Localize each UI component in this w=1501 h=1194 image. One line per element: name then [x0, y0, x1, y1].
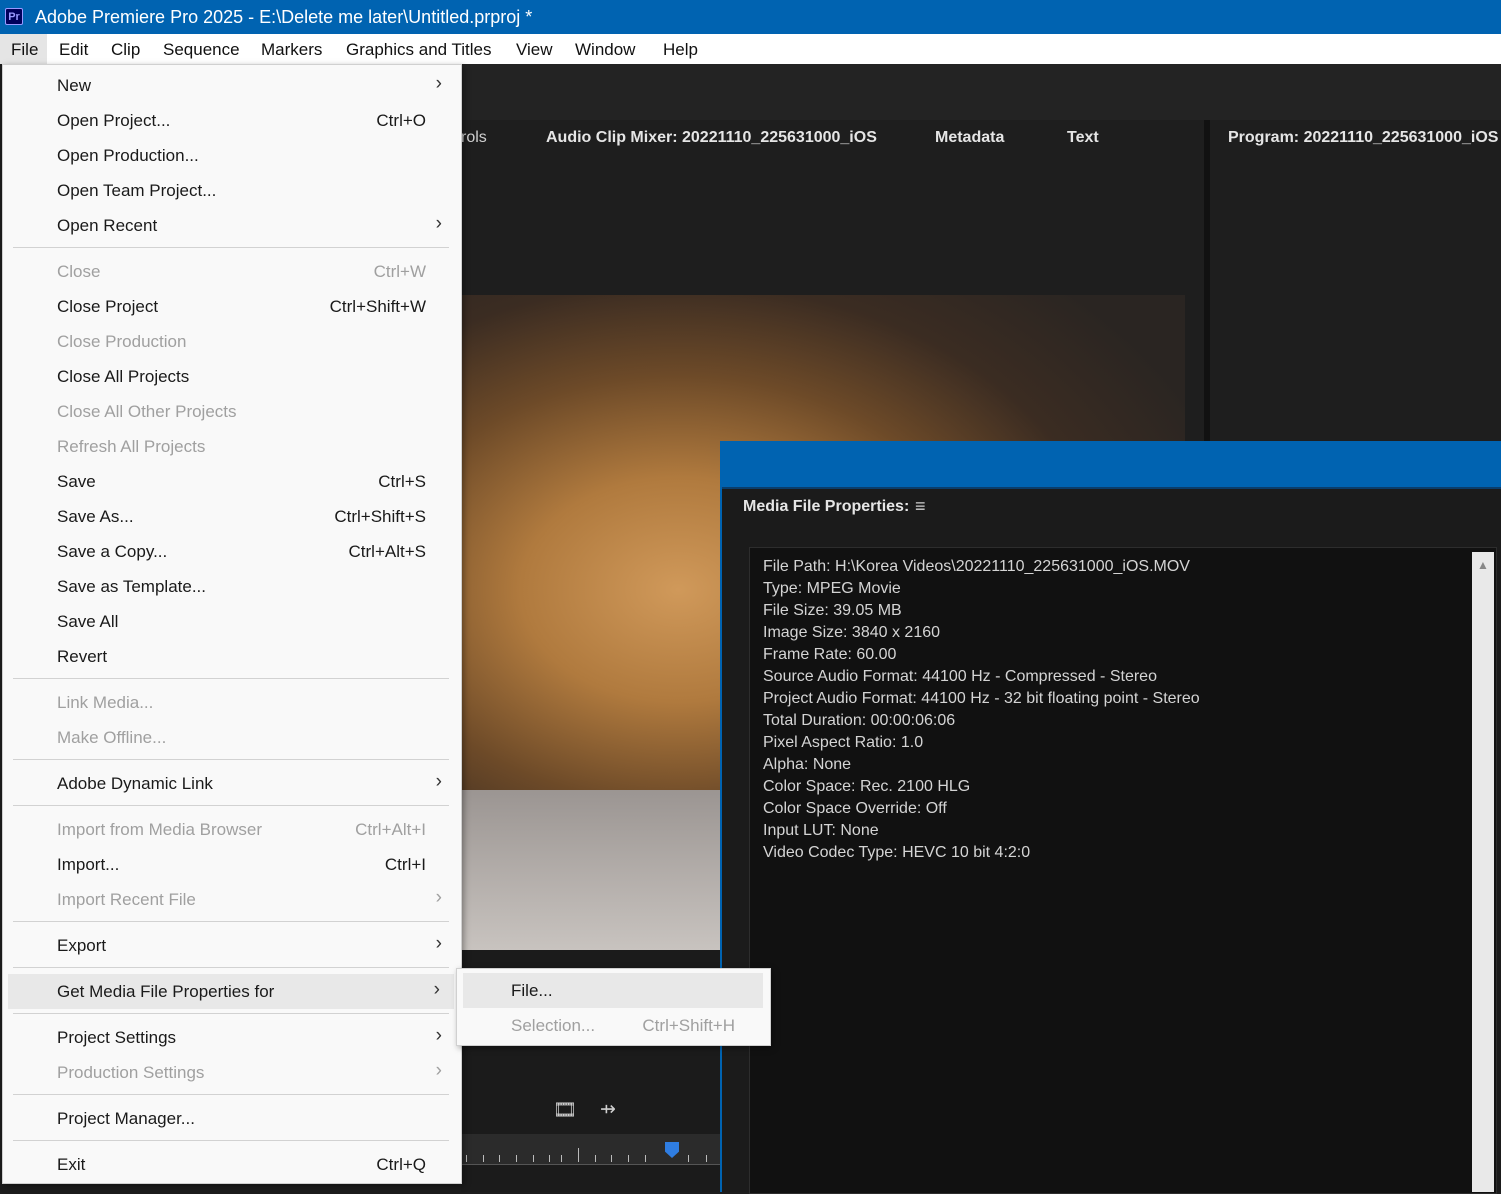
file-menu-dropdown: New › Open Project... Ctrl+O Open Producti… — [2, 64, 462, 1184]
mfp-line: Color Space: Rec. 2100 HLG — [763, 778, 971, 795]
menu-item-link-media: Link Media... — [57, 693, 154, 712]
window-title: Adobe Premiere Pro 2025 - E:\Delete me l… — [35, 7, 533, 27]
menu-item-adobe-dynamic-link[interactable]: Adobe Dynamic Link › — [3, 766, 461, 801]
chevron-right-icon: › — [435, 771, 442, 792]
title-bar: Pr Adobe Premiere Pro 2025 - E:\Delete m… — [0, 0, 1501, 34]
mfp-panel-title: Media File Properties: — [743, 498, 910, 515]
tab-metadata[interactable]: Metadata — [935, 129, 1004, 147]
tab-text[interactable]: Text — [1067, 129, 1099, 147]
mfp-line: Input LUT: None — [763, 822, 879, 839]
media-properties-submenu: File... Selection... Ctrl+Shift+H — [456, 968, 771, 1046]
mfp-line: Alpha: None — [763, 756, 852, 773]
menu-separator — [13, 921, 449, 922]
menu-item-open-recent[interactable]: Open Recent › — [3, 208, 461, 243]
menu-item-save[interactable]: Save Ctrl+S — [3, 464, 461, 499]
menu-item-project-manager[interactable]: Project Manager... — [3, 1101, 461, 1136]
menu-item-save-as[interactable]: Save As... Ctrl+Shift+S — [3, 499, 461, 534]
menu-item-export[interactable]: Export › — [3, 928, 461, 963]
mfp-info-box: File Path: H:\Korea Videos\20221110_2256… — [749, 547, 1497, 1194]
menu-item-get-media-file-properties[interactable]: Get Media File Properties for › — [8, 974, 454, 1009]
menu-view[interactable]: View — [516, 40, 553, 60]
chevron-right-icon: › — [435, 933, 442, 954]
chevron-right-icon: › — [435, 1060, 442, 1081]
menu-item-import-from-media-browser: Import from Media Browser Ctrl+Alt+I — [57, 820, 426, 839]
menu-separator — [13, 1140, 449, 1141]
menu-item-production-settings: Production Settings › — [57, 1060, 442, 1082]
menu-item-new[interactable]: New › — [3, 68, 461, 103]
menu-separator — [13, 1094, 449, 1095]
menu-separator — [13, 759, 449, 760]
scroll-up-arrow-icon[interactable]: ▲ — [1477, 558, 1489, 572]
mfp-line: File Size: 39.05 MB — [763, 602, 902, 619]
mfp-line: Total Duration: 00:00:06:06 — [763, 712, 956, 729]
menu-item-close-all-other-projects: Close All Other Projects — [57, 402, 237, 421]
menu-item-save-all[interactable]: Save All — [3, 604, 461, 639]
menu-edit[interactable]: Edit — [59, 40, 88, 60]
menu-item-project-settings[interactable]: Project Settings › — [3, 1020, 461, 1055]
mfp-line: Video Codec Type: HEVC 10 bit 4:2:0 — [763, 844, 1031, 861]
menu-item-revert[interactable]: Revert — [3, 639, 461, 674]
menu-item-close: Close Ctrl+W — [57, 262, 426, 281]
mfp-title-bar[interactable] — [722, 441, 1501, 487]
drag-video-only-icon[interactable]: 🎞 — [553, 1098, 577, 1122]
submenu-item-selection: Selection... Ctrl+Shift+H — [511, 1016, 735, 1035]
submenu-item-file[interactable]: File... — [463, 973, 763, 1008]
menu-separator — [13, 247, 449, 248]
tab-program-monitor[interactable]: Program: 20221110_225631000_iOS — [1228, 129, 1498, 147]
menu-separator — [13, 678, 449, 679]
mfp-line: Color Space Override: Off — [763, 800, 947, 817]
menu-item-close-project[interactable]: Close Project Ctrl+Shift+W — [3, 289, 461, 324]
menu-clip[interactable]: Clip — [111, 40, 140, 60]
menu-separator — [13, 967, 449, 968]
workspace-strip — [461, 64, 1501, 120]
menu-item-open-production[interactable]: Open Production... — [3, 138, 461, 173]
menu-item-save-as-template[interactable]: Save as Template... — [3, 569, 461, 604]
menu-sequence[interactable]: Sequence — [163, 40, 240, 60]
menu-bar: File Edit Clip Sequence Markers Graphics… — [0, 34, 1501, 64]
tab-effect-controls[interactable]: rols — [461, 129, 487, 147]
chevron-right-icon: › — [435, 1025, 442, 1046]
menu-item-close-production: Close Production — [57, 332, 187, 351]
menu-item-close-all-projects[interactable]: Close All Projects — [3, 359, 461, 394]
menu-markers[interactable]: Markers — [261, 40, 322, 60]
menu-file[interactable]: File — [0, 34, 47, 64]
source-timeline-ruler[interactable] — [461, 1134, 721, 1165]
menu-item-import[interactable]: Import... Ctrl+I — [3, 847, 461, 882]
chevron-right-icon: › — [433, 979, 440, 1000]
mfp-line: Pixel Aspect Ratio: 1.0 — [763, 734, 924, 751]
program-panel — [1210, 120, 1501, 442]
chevron-right-icon: › — [435, 213, 442, 234]
mfp-line: File Path: H:\Korea Videos\20221110_2256… — [763, 558, 1190, 575]
mfp-line: Type: MPEG Movie — [763, 580, 901, 597]
chevron-right-icon: › — [435, 73, 442, 94]
mfp-line: Project Audio Format: 44100 Hz - 32 bit … — [763, 690, 1200, 707]
mfp-line: Source Audio Format: 44100 Hz - Compress… — [763, 668, 1157, 685]
tab-audio-clip-mixer[interactable]: Audio Clip Mixer: 20221110_225631000_iOS — [546, 129, 877, 147]
mfp-line: Frame Rate: 60.00 — [763, 646, 897, 663]
menu-graphics-and-titles[interactable]: Graphics and Titles — [346, 40, 492, 60]
menu-item-open-project[interactable]: Open Project... Ctrl+O — [3, 103, 461, 138]
premiere-app-icon: Pr — [5, 8, 23, 25]
menu-item-open-team-project[interactable]: Open Team Project... — [3, 173, 461, 208]
menu-item-exit[interactable]: Exit Ctrl+Q — [3, 1147, 461, 1182]
chevron-right-icon: › — [435, 887, 442, 908]
menu-window[interactable]: Window — [575, 40, 635, 60]
menu-separator — [13, 805, 449, 806]
mfp-scrollbar[interactable]: ▲ — [1472, 552, 1494, 1192]
menu-help[interactable]: Help — [663, 40, 698, 60]
mfp-property-list: File Path: H:\Korea Videos\20221110_2256… — [763, 556, 1200, 864]
menu-item-save-a-copy[interactable]: Save a Copy... Ctrl+Alt+S — [3, 534, 461, 569]
menu-item-refresh-all-projects: Refresh All Projects — [57, 437, 206, 456]
media-file-properties-window: Media File Properties: ≡ File Path: H:\K… — [720, 441, 1501, 1194]
drag-audio-only-icon[interactable]: ⇸ — [600, 1098, 616, 1121]
menu-item-make-offline: Make Offline... — [57, 728, 167, 747]
menu-separator — [13, 1013, 449, 1014]
panel-menu-icon[interactable]: ≡ — [915, 496, 926, 517]
menu-item-import-recent-file: Import Recent File › — [57, 887, 442, 909]
video-floor-area — [461, 790, 721, 950]
mfp-line: Image Size: 3840 x 2160 — [763, 624, 941, 641]
